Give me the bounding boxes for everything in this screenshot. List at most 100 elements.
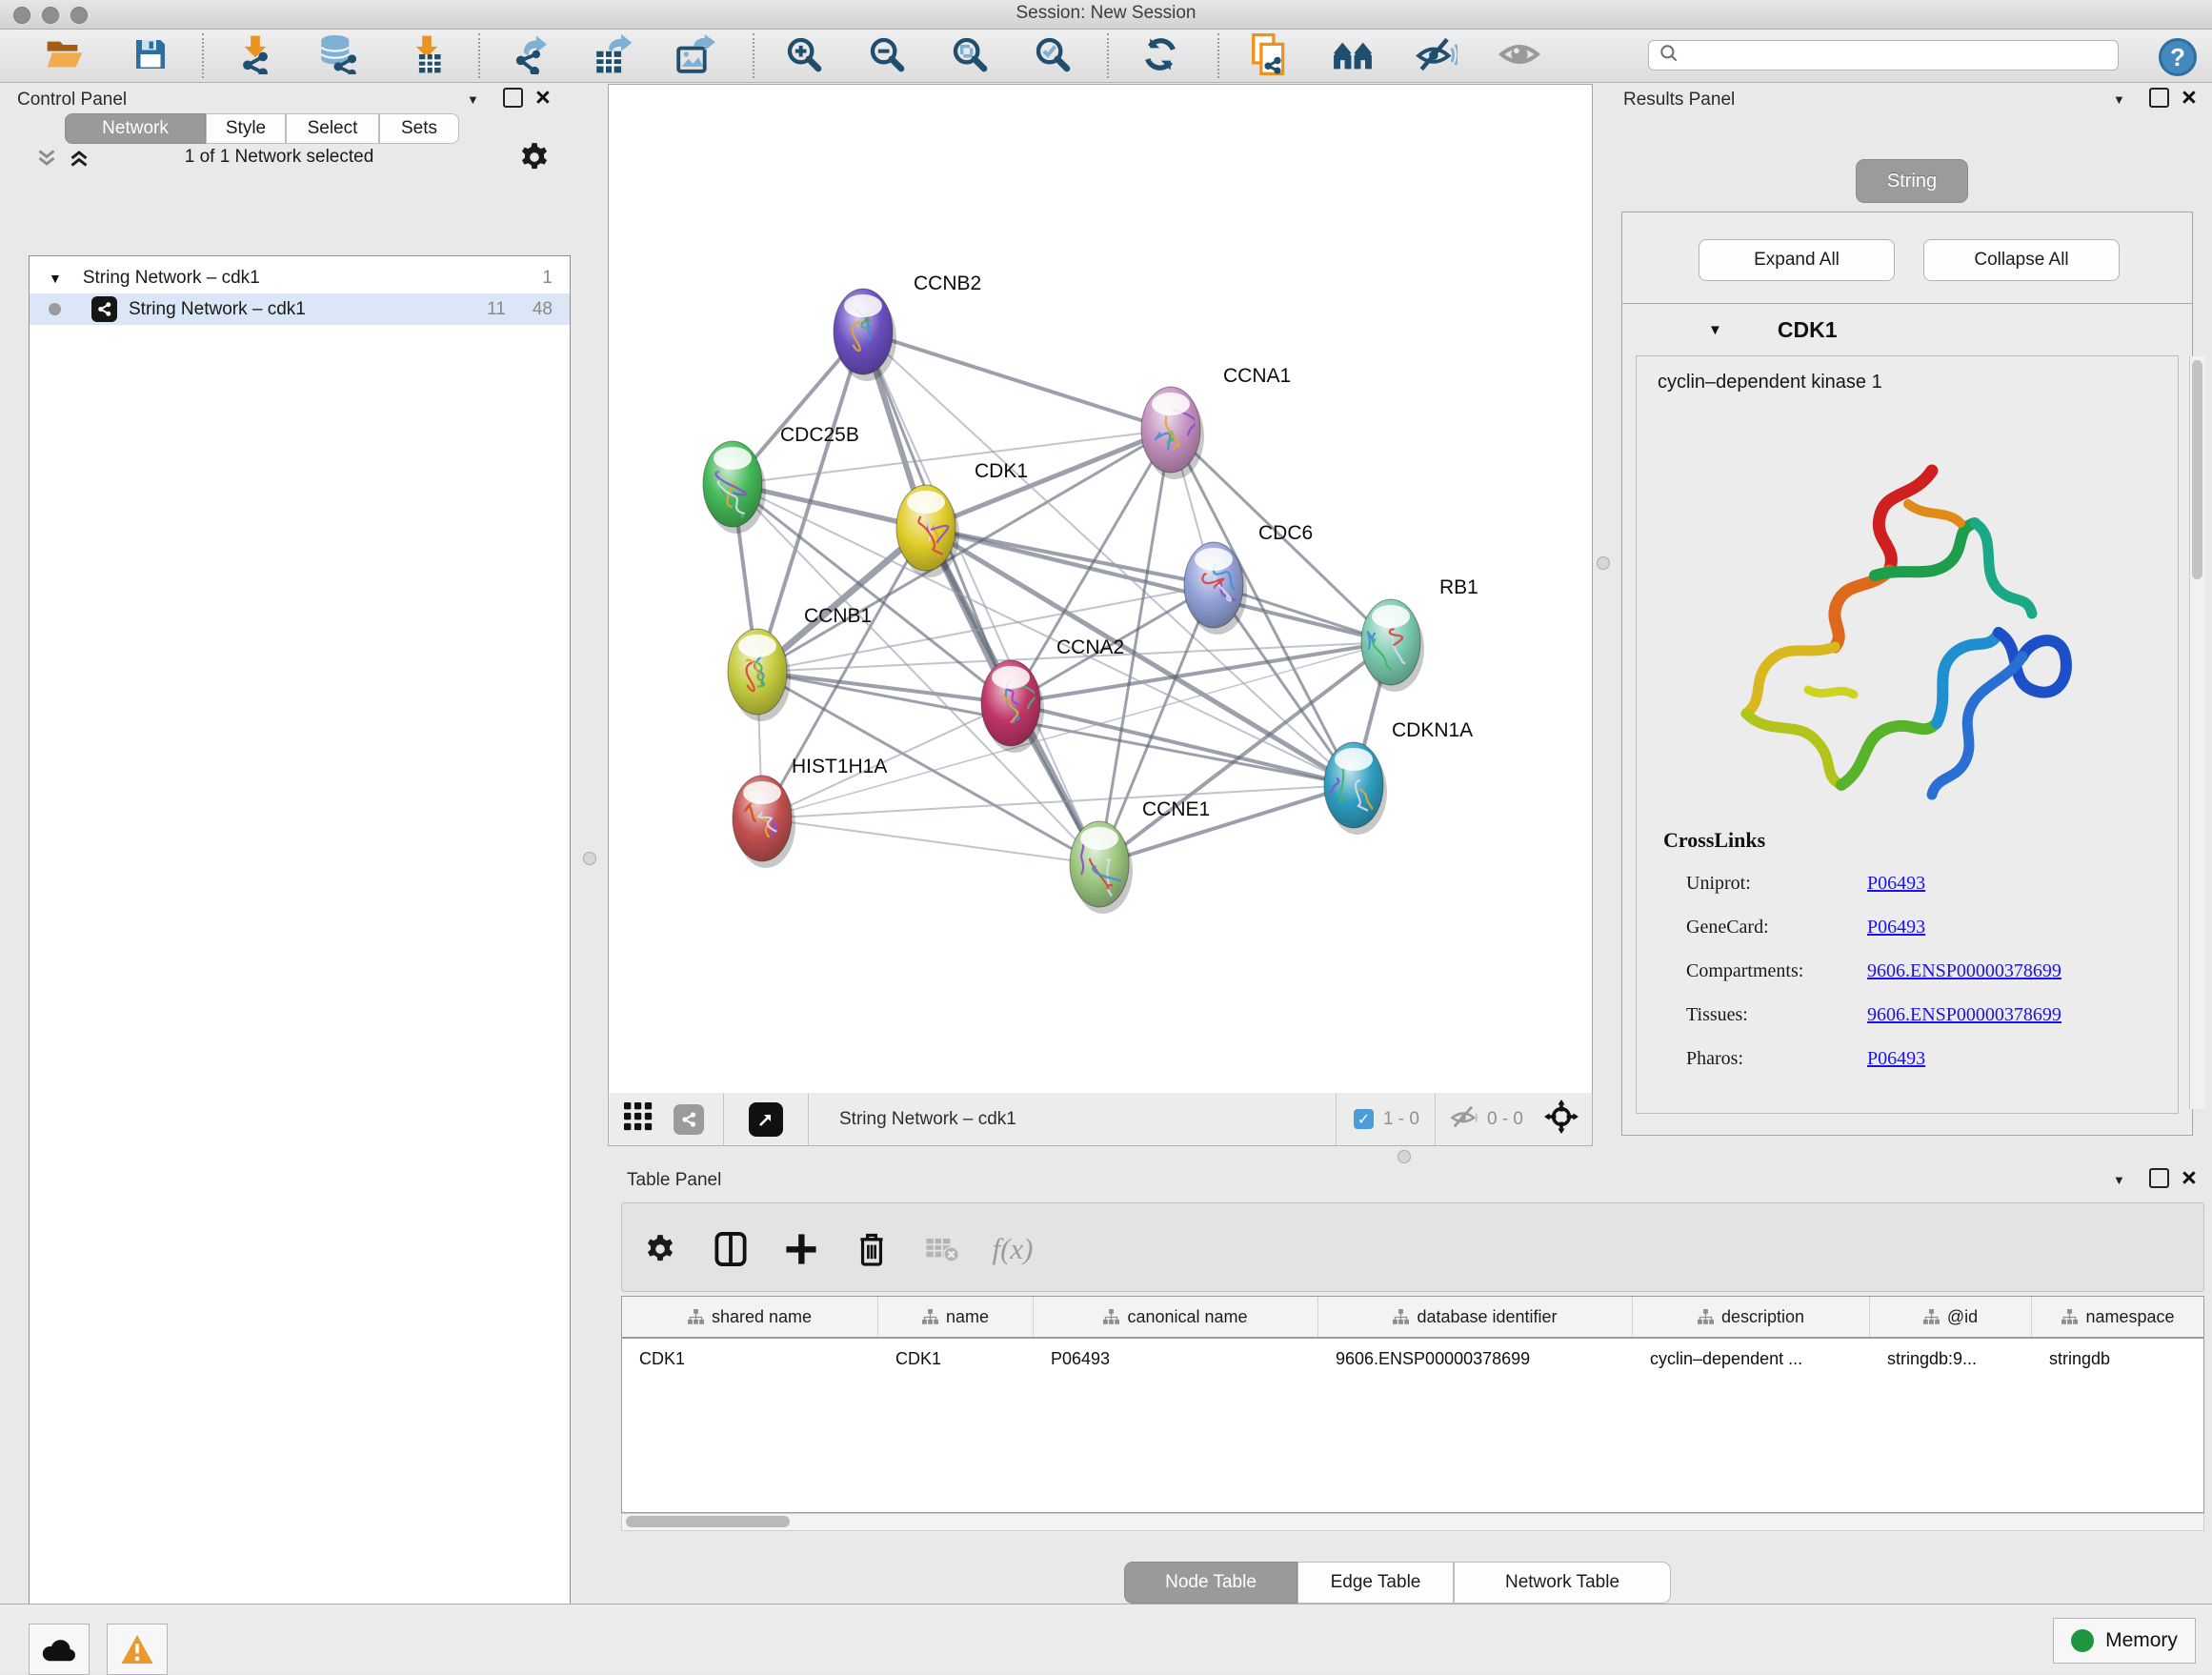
column-header-description[interactable]: description bbox=[1633, 1297, 1870, 1337]
help-button[interactable]: ? bbox=[2159, 38, 2197, 76]
network-node-CCNA1[interactable]: CCNA1 bbox=[1141, 365, 1291, 479]
houses-button[interactable] bbox=[1332, 37, 1374, 75]
export-network-button[interactable] bbox=[511, 37, 553, 75]
collapse-all-tree-icon[interactable] bbox=[34, 147, 59, 174]
table-row[interactable]: CDK1CDK1P064939606.ENSP00000378699cyclin… bbox=[622, 1339, 2203, 1379]
network-edge[interactable] bbox=[863, 332, 1099, 864]
selected-checkbox-icon[interactable]: ✓ bbox=[1354, 1109, 1374, 1129]
control-panel-menu-icon[interactable]: ▼ bbox=[467, 92, 479, 107]
table-panel-menu-icon[interactable]: ▼ bbox=[2113, 1173, 2125, 1187]
results-scrollbar[interactable] bbox=[2189, 356, 2205, 1109]
results-tab-string[interactable]: String bbox=[1856, 159, 1968, 203]
delete-column-trash-icon[interactable] bbox=[849, 1226, 895, 1272]
control-panel-float-icon[interactable] bbox=[503, 88, 523, 108]
zoom-out-button[interactable] bbox=[866, 37, 908, 75]
crosslink-link[interactable]: P06493 bbox=[1867, 873, 1925, 895]
network-node-CDK1[interactable]: CDK1 bbox=[896, 460, 1028, 577]
import-network-from-file-button[interactable] bbox=[234, 37, 276, 75]
table-cell[interactable]: stringdb:9... bbox=[1870, 1339, 2032, 1379]
search-input[interactable] bbox=[1679, 45, 2118, 66]
left-splitter-handle[interactable] bbox=[583, 852, 596, 865]
network-edge[interactable] bbox=[1011, 703, 1354, 785]
column-header-canonicalname[interactable]: canonical name bbox=[1034, 1297, 1318, 1337]
tab-node-table[interactable]: Node Table bbox=[1124, 1562, 1297, 1604]
warning-button[interactable] bbox=[107, 1624, 168, 1675]
table-panel-float-icon[interactable] bbox=[2149, 1168, 2169, 1188]
crosslink-link[interactable]: 9606.ENSP00000378699 bbox=[1867, 960, 2061, 982]
gear-icon[interactable] bbox=[518, 141, 551, 178]
crosslink-link[interactable]: P06493 bbox=[1867, 1048, 1925, 1070]
import-network-from-database-button[interactable] bbox=[317, 37, 359, 75]
collapse-all-button[interactable]: Collapse All bbox=[1923, 239, 2120, 281]
open-session-button[interactable] bbox=[44, 37, 86, 75]
tab-edge-table[interactable]: Edge Table bbox=[1297, 1562, 1454, 1604]
results-panel-close-icon[interactable]: × bbox=[2182, 85, 2197, 111]
crosslink-link[interactable]: 9606.ENSP00000378699 bbox=[1867, 1004, 2061, 1026]
network-edge[interactable] bbox=[762, 818, 1099, 864]
network-view-canvas[interactable]: CCNB2CCNA1CDC25BCDK1CDC6RB1CCNB1CCNA2CDK… bbox=[608, 84, 1593, 1095]
show-columns-icon[interactable] bbox=[708, 1226, 754, 1272]
network-node-CCNB2[interactable]: CCNB2 bbox=[834, 272, 981, 381]
export-table-button[interactable] bbox=[593, 37, 634, 75]
table-cell[interactable]: 9606.ENSP00000378699 bbox=[1318, 1339, 1633, 1379]
results-scrollbar-thumb[interactable] bbox=[2192, 360, 2202, 579]
delete-table-icon[interactable] bbox=[919, 1226, 965, 1272]
add-column-plus-icon[interactable] bbox=[778, 1226, 824, 1272]
gene-expander-icon[interactable]: ▼ bbox=[1708, 322, 1722, 338]
tab-network[interactable]: Network bbox=[65, 113, 206, 144]
network-edge[interactable] bbox=[762, 642, 1391, 818]
save-session-button[interactable] bbox=[130, 37, 171, 75]
tab-style[interactable]: Style bbox=[206, 113, 286, 144]
hidden-eye-icon[interactable] bbox=[1449, 1103, 1479, 1135]
expand-all-tree-icon[interactable] bbox=[67, 147, 91, 174]
column-header-id[interactable]: @id bbox=[1870, 1297, 2032, 1337]
bottom-splitter-handle[interactable] bbox=[1398, 1150, 1411, 1163]
show-eye-button[interactable] bbox=[1498, 37, 1540, 75]
crosshair-icon[interactable] bbox=[1544, 1100, 1579, 1139]
export-image-button[interactable] bbox=[674, 37, 716, 75]
hide-unhide-button[interactable] bbox=[1416, 37, 1458, 75]
refresh-view-button[interactable] bbox=[1139, 37, 1181, 75]
table-cell[interactable]: P06493 bbox=[1034, 1339, 1318, 1379]
table-cell[interactable]: stringdb bbox=[2032, 1339, 2204, 1379]
network-node-CCNE1[interactable]: CCNE1 bbox=[1070, 798, 1210, 914]
table-hscrollbar[interactable] bbox=[621, 1513, 2204, 1531]
network-row[interactable]: String Network – cdk1 11 48 bbox=[30, 293, 570, 325]
control-panel-close-icon[interactable]: × bbox=[535, 85, 551, 111]
function-builder-icon[interactable]: f(x) bbox=[990, 1226, 1036, 1272]
tab-network-table[interactable]: Network Table bbox=[1454, 1562, 1671, 1604]
column-header-databaseidentifier[interactable]: database identifier bbox=[1318, 1297, 1633, 1337]
zoom-fit-button[interactable] bbox=[949, 37, 991, 75]
crosslink-link[interactable]: P06493 bbox=[1867, 917, 1925, 938]
right-splitter-handle[interactable] bbox=[1597, 556, 1610, 570]
gene-section-header[interactable]: ▼ CDK1 bbox=[1622, 304, 2192, 355]
zoom-in-button[interactable] bbox=[783, 37, 825, 75]
network-thumbnail-icon[interactable] bbox=[674, 1104, 704, 1135]
column-header-namespace[interactable]: namespace bbox=[2032, 1297, 2204, 1337]
table-cell[interactable]: cyclin–dependent ... bbox=[1633, 1339, 1870, 1379]
column-header-name[interactable]: name bbox=[878, 1297, 1034, 1337]
results-panel-float-icon[interactable] bbox=[2149, 88, 2169, 108]
network-edge[interactable] bbox=[863, 332, 1171, 430]
tab-select[interactable]: Select bbox=[286, 113, 379, 144]
network-edge[interactable] bbox=[757, 672, 1011, 703]
expand-all-button[interactable]: Expand All bbox=[1699, 239, 1895, 281]
import-table-button[interactable] bbox=[406, 37, 448, 75]
table-panel-close-icon[interactable]: × bbox=[2182, 1165, 2197, 1191]
cloud-button[interactable] bbox=[29, 1624, 90, 1675]
table-settings-gear-icon[interactable] bbox=[637, 1226, 683, 1272]
table-cell[interactable]: CDK1 bbox=[622, 1339, 878, 1379]
network-node-RB1[interactable]: RB1 bbox=[1361, 576, 1478, 692]
network-node-CDKN1A[interactable]: CDKN1A bbox=[1324, 719, 1473, 835]
zoom-selected-button[interactable] bbox=[1032, 37, 1074, 75]
detach-view-icon[interactable] bbox=[749, 1102, 783, 1137]
tree-expander-icon[interactable]: ▼ bbox=[49, 271, 62, 286]
tab-sets[interactable]: Sets bbox=[379, 113, 459, 144]
column-header-sharedname[interactable]: shared name bbox=[622, 1297, 878, 1337]
memory-button[interactable]: Memory bbox=[2053, 1618, 2196, 1664]
table-cell[interactable]: CDK1 bbox=[878, 1339, 1034, 1379]
grid-view-icon[interactable] bbox=[624, 1102, 653, 1136]
network-collection-row[interactable]: ▼ String Network – cdk1 1 bbox=[30, 262, 570, 293]
table-hscrollbar-thumb[interactable] bbox=[626, 1516, 790, 1527]
clone-network-button[interactable] bbox=[1248, 37, 1290, 75]
